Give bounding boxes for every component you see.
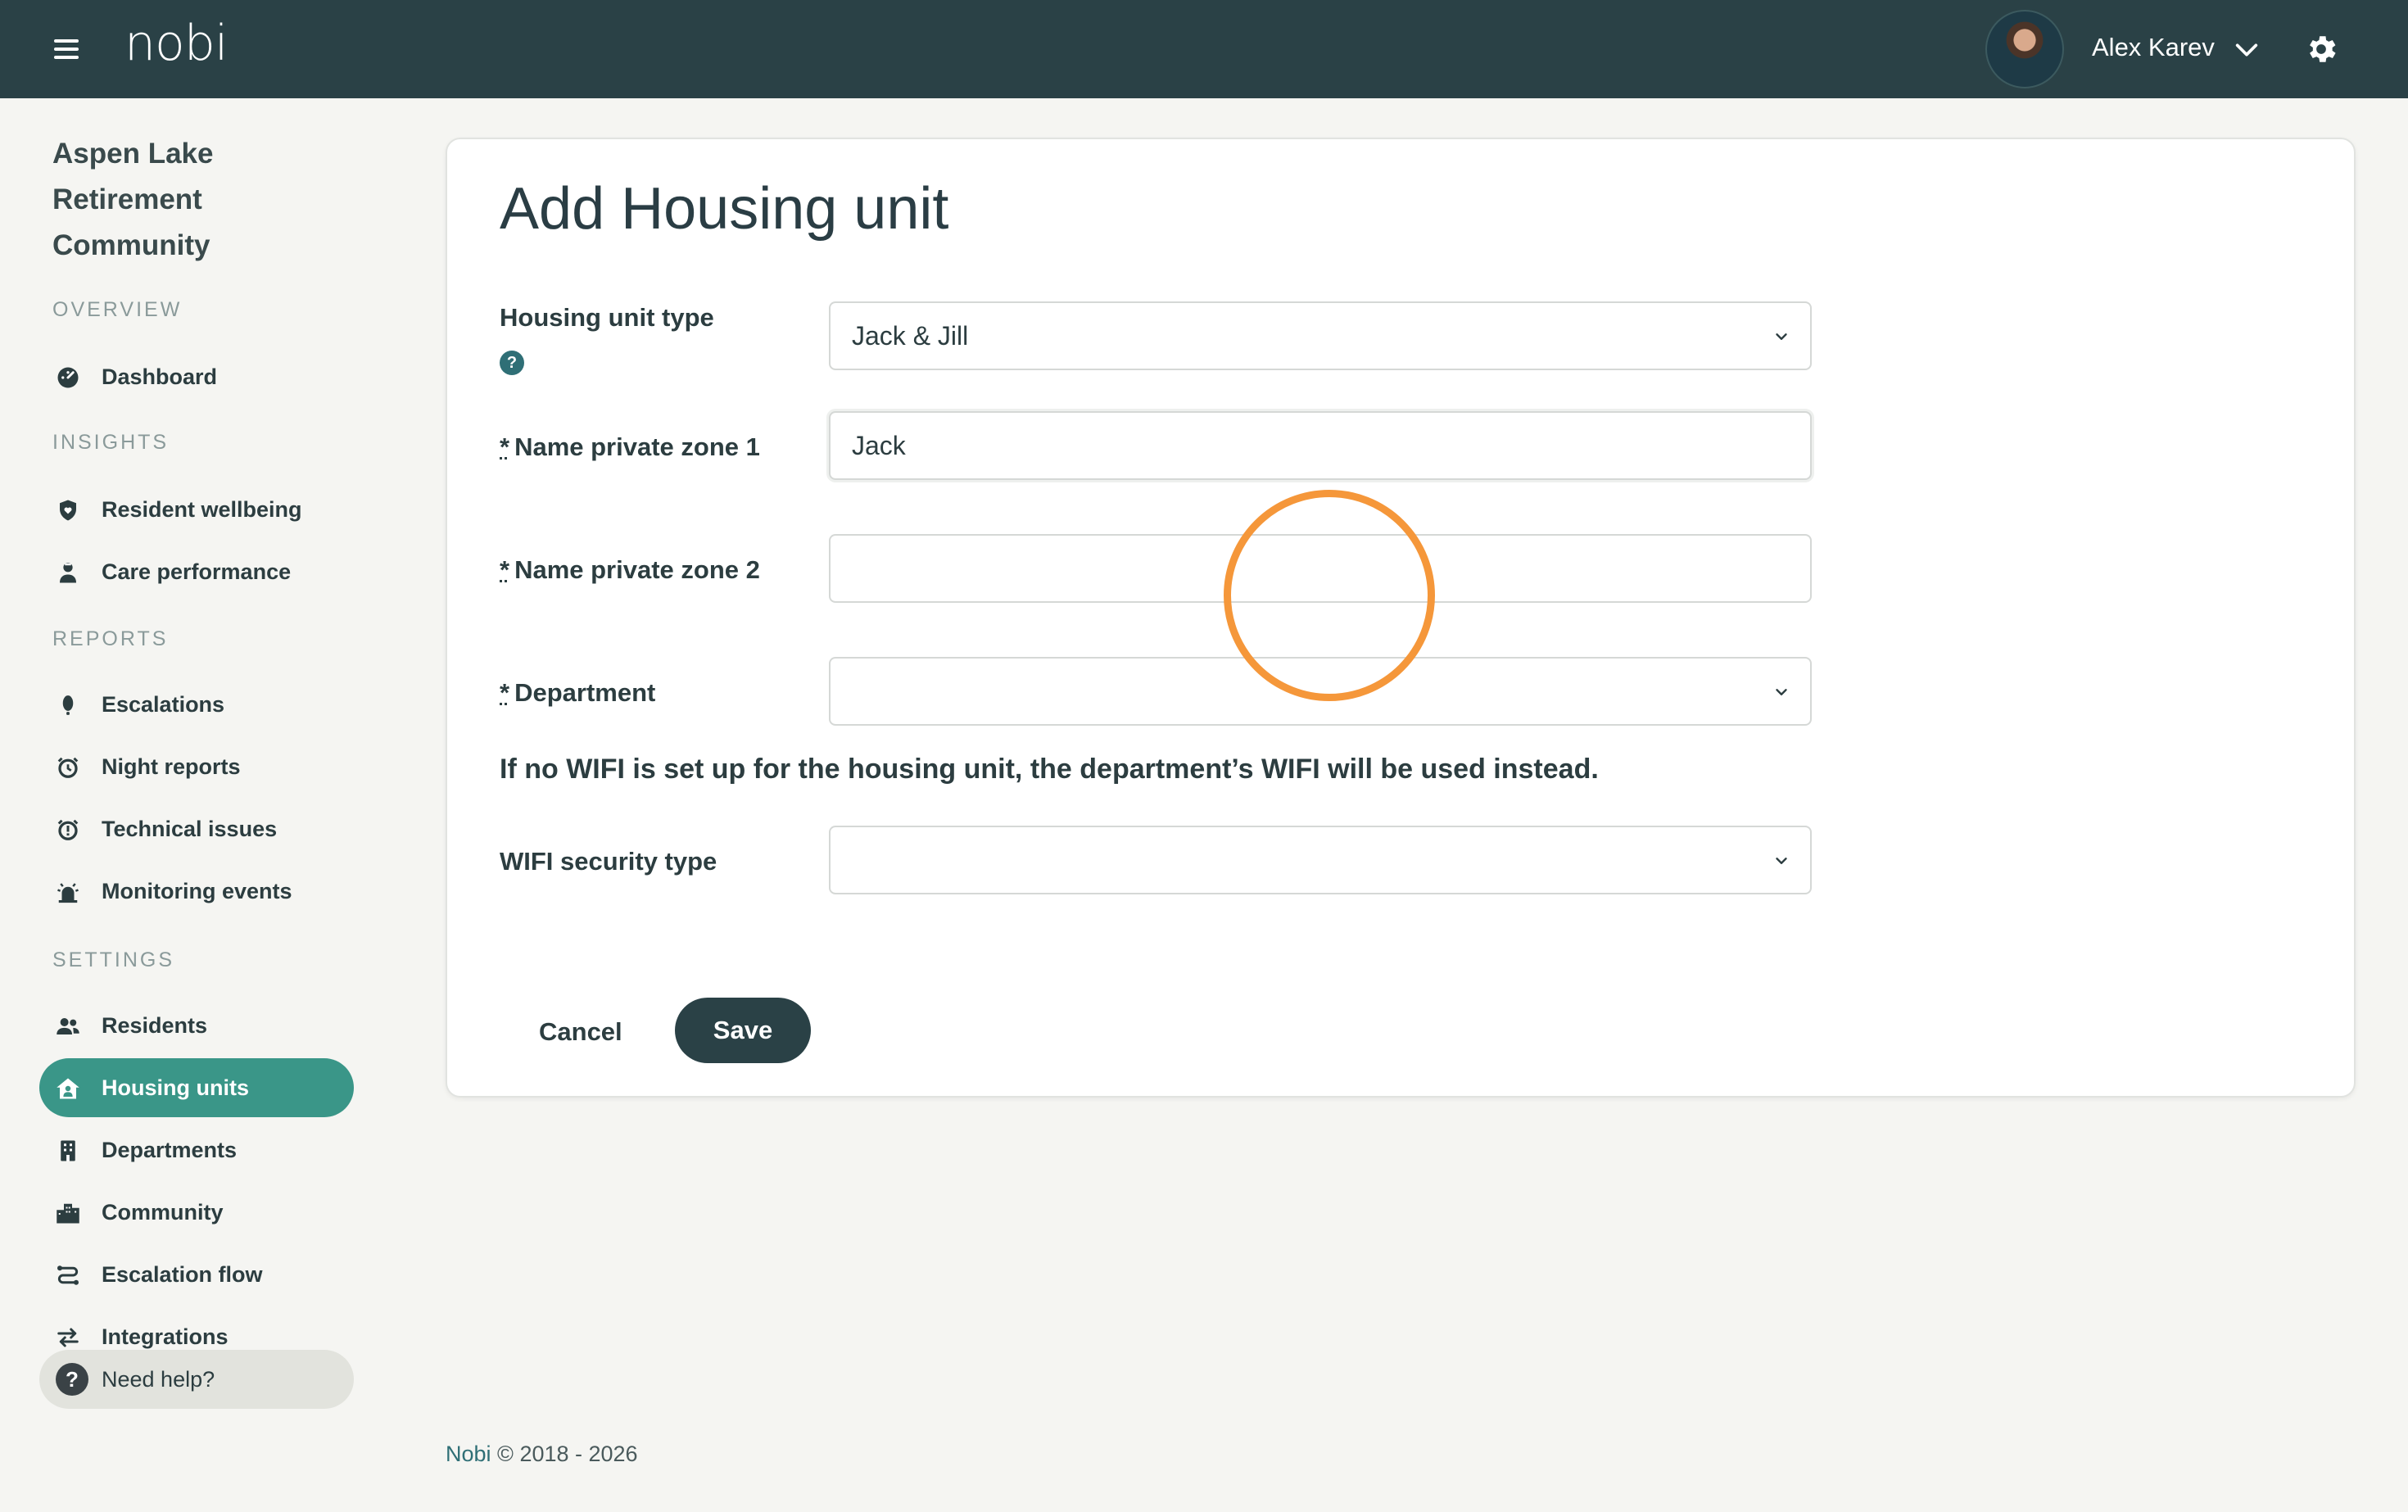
sidebar-item-label: Night reports bbox=[102, 754, 241, 779]
sidebar-item-departments[interactable]: Departments bbox=[39, 1120, 354, 1179]
department-label: * Department bbox=[500, 678, 655, 708]
required-mark: * bbox=[500, 432, 510, 461]
alarm-alert-icon bbox=[57, 819, 79, 840]
gear-icon[interactable] bbox=[2303, 31, 2339, 67]
sidebar-item-resident-wellbeing[interactable]: Resident wellbeing bbox=[39, 480, 354, 539]
zone1-label: * Name private zone 1 bbox=[500, 432, 760, 462]
zone1-input[interactable]: Jack bbox=[829, 411, 1812, 480]
city-icon bbox=[57, 1203, 79, 1224]
section-insights: INSIGHTS bbox=[52, 431, 170, 454]
sidebar-item-label: Resident wellbeing bbox=[102, 496, 302, 522]
section-settings: SETTINGS bbox=[52, 948, 175, 971]
sidebar-item-label: Departments bbox=[102, 1137, 238, 1162]
sidebar-item-care-performance[interactable]: Care performance bbox=[39, 542, 354, 601]
sidebar-item-escalations[interactable]: Escalations bbox=[39, 675, 354, 734]
house-user-icon bbox=[57, 1078, 79, 1099]
zone2-input[interactable] bbox=[829, 534, 1812, 603]
chevron-down-icon[interactable] bbox=[2233, 36, 2261, 64]
required-mark: * bbox=[500, 555, 510, 584]
sidebar-item-technical-issues[interactable]: Technical issues bbox=[39, 799, 354, 858]
chevron-down-icon bbox=[1776, 333, 1787, 340]
footer: Nobi © 2018 - 2026 bbox=[446, 1442, 638, 1467]
sidebar-item-label: Community bbox=[102, 1199, 224, 1225]
help-icon[interactable]: ? bbox=[500, 351, 524, 375]
zone2-label-text: Name private zone 2 bbox=[514, 555, 760, 584]
shield-heart-icon bbox=[60, 500, 76, 521]
cancel-button[interactable]: Cancel bbox=[521, 999, 640, 1065]
department-select[interactable] bbox=[829, 657, 1812, 726]
dashboard-icon bbox=[57, 367, 79, 388]
exclamation-icon bbox=[62, 695, 74, 715]
department-label-text: Department bbox=[514, 678, 656, 707]
wifi-security-label: WIFI security type bbox=[500, 847, 717, 876]
sidebar: Aspen Lake Retirement Community OVERVIEW… bbox=[0, 98, 385, 1512]
zone1-value: Jack bbox=[852, 430, 906, 460]
wifi-security-select[interactable] bbox=[829, 826, 1812, 894]
siren-icon bbox=[57, 883, 79, 903]
sidebar-item-monitoring-events[interactable]: Monitoring events bbox=[39, 862, 354, 921]
sidebar-item-label: Care performance bbox=[102, 559, 292, 584]
alarm-clock-icon bbox=[57, 757, 79, 778]
caregiver-icon bbox=[60, 563, 76, 583]
sidebar-item-label: Residents bbox=[102, 1012, 208, 1038]
section-reports: REPORTS bbox=[52, 627, 169, 650]
hamburger-menu-icon[interactable] bbox=[54, 39, 79, 59]
sidebar-item-label: Dashboard bbox=[102, 364, 218, 389]
sidebar-item-label: Escalations bbox=[102, 691, 225, 717]
sidebar-item-escalation-flow[interactable]: Escalation flow bbox=[39, 1245, 354, 1304]
wifi-note: If no WIFI is set up for the housing uni… bbox=[500, 754, 1599, 785]
building-icon bbox=[61, 1140, 75, 1161]
need-help-button[interactable]: ? Need help? bbox=[39, 1350, 354, 1409]
save-button[interactable]: Save bbox=[675, 998, 811, 1063]
sidebar-item-community[interactable]: Community bbox=[39, 1183, 354, 1242]
avatar[interactable] bbox=[1985, 10, 2064, 88]
add-housing-unit-card: Add Housing unit Housing unit type ? Jac… bbox=[446, 138, 2356, 1098]
sidebar-item-label: Technical issues bbox=[102, 816, 278, 841]
zone1-label-text: Name private zone 1 bbox=[514, 432, 760, 461]
housing-unit-type-label: Housing unit type bbox=[500, 303, 714, 332]
footer-copyright: © 2018 - 2026 bbox=[497, 1442, 638, 1466]
sidebar-item-dashboard[interactable]: Dashboard bbox=[39, 347, 354, 406]
need-help-label: Need help? bbox=[102, 1367, 215, 1392]
housing-unit-type-select[interactable]: Jack & Jill bbox=[829, 301, 1812, 370]
sidebar-item-residents[interactable]: Residents bbox=[39, 996, 354, 1055]
top-bar: nobi Alex Karev bbox=[0, 0, 2408, 98]
footer-brand-link[interactable]: Nobi bbox=[446, 1442, 491, 1466]
chevron-down-icon bbox=[1776, 689, 1787, 695]
required-mark: * bbox=[500, 678, 510, 707]
sidebar-item-night-reports[interactable]: Night reports bbox=[39, 737, 354, 796]
sidebar-item-label: Monitoring events bbox=[102, 878, 292, 903]
users-icon bbox=[57, 1018, 79, 1034]
user-name[interactable]: Alex Karev bbox=[2092, 33, 2215, 62]
chevron-down-icon bbox=[1776, 858, 1787, 864]
question-icon: ? bbox=[56, 1363, 88, 1396]
sidebar-item-housing-units[interactable]: Housing units bbox=[39, 1058, 354, 1117]
route-icon bbox=[57, 1265, 79, 1285]
sidebar-item-label: Escalation flow bbox=[102, 1261, 263, 1287]
zone2-label: * Name private zone 2 bbox=[500, 555, 760, 585]
nobi-logo[interactable]: nobi bbox=[124, 15, 228, 72]
sidebar-item-label: Integrations bbox=[102, 1324, 229, 1349]
section-overview: OVERVIEW bbox=[52, 298, 183, 321]
housing-unit-type-value: Jack & Jill bbox=[852, 320, 969, 351]
community-name: Aspen Lake Retirement Community bbox=[52, 138, 214, 261]
sidebar-item-label: Housing units bbox=[102, 1075, 249, 1100]
arrows-exchange-icon bbox=[57, 1328, 79, 1347]
page-title: Add Housing unit bbox=[500, 176, 949, 242]
